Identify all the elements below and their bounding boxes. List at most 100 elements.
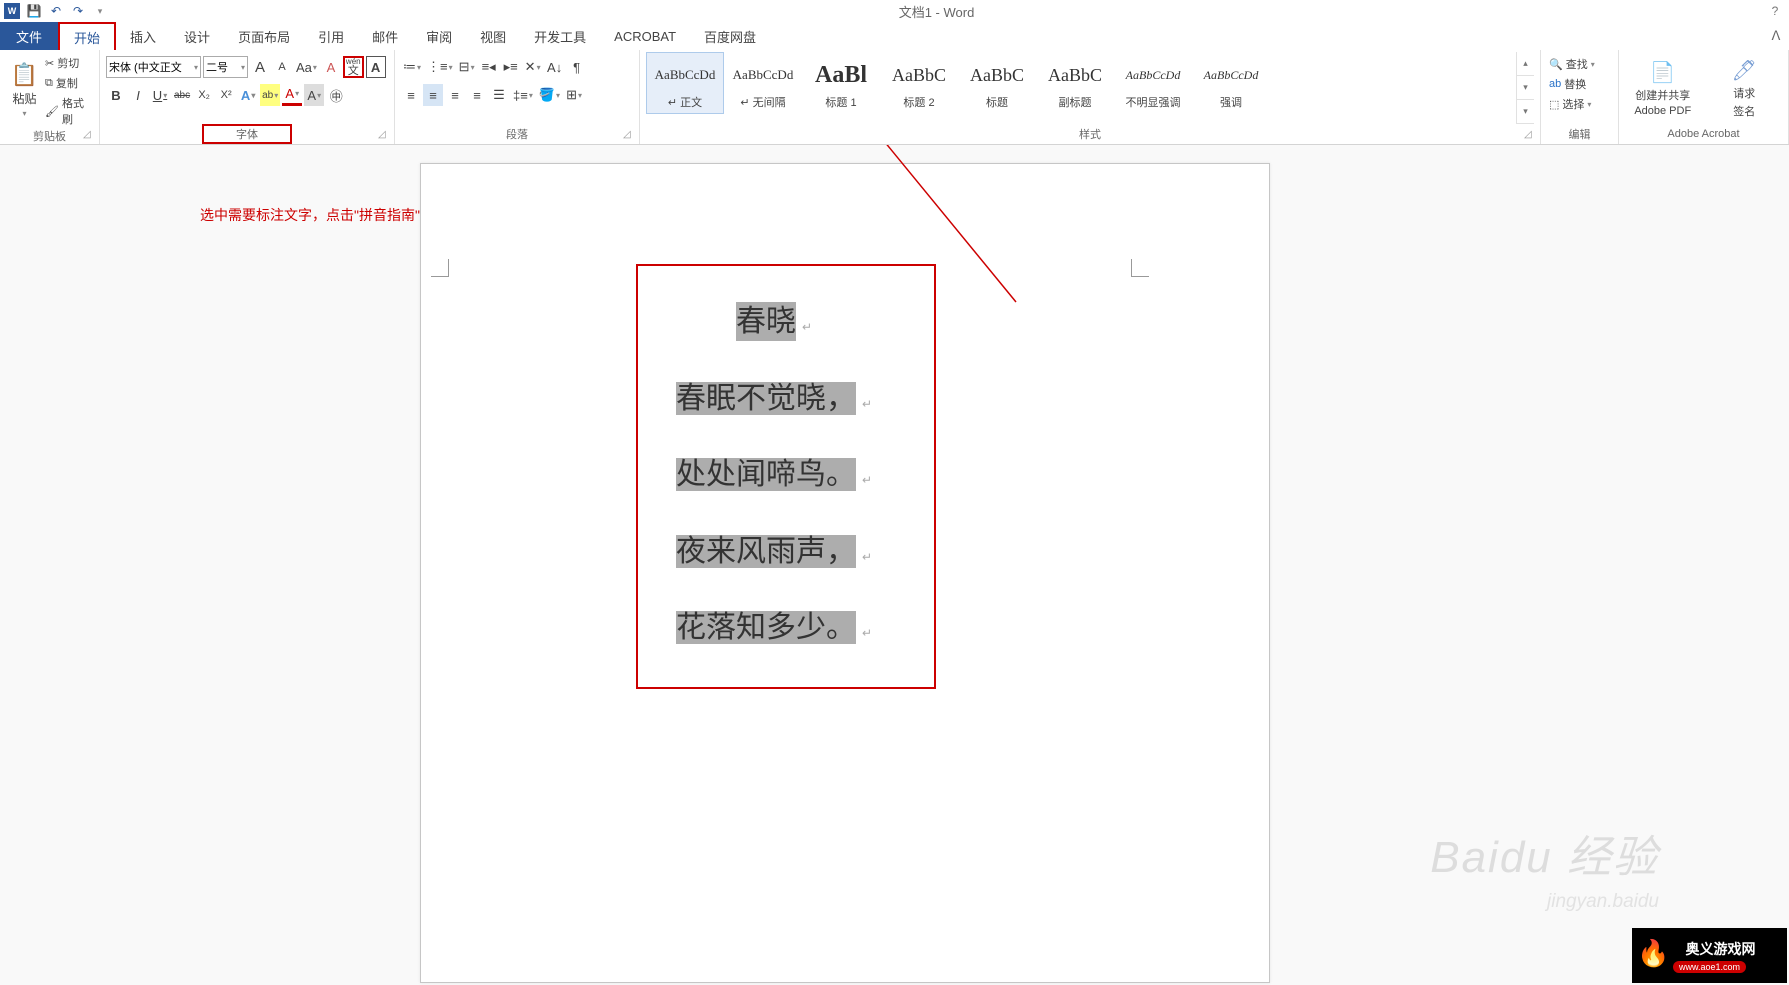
highlight-button[interactable]: ab	[260, 84, 280, 106]
collapse-ribbon-icon[interactable]: ᐱ	[1763, 22, 1789, 50]
tab-view[interactable]: 视图	[466, 22, 520, 50]
shading-button[interactable]: 🪣	[537, 84, 562, 106]
tab-insert[interactable]: 插入	[116, 22, 170, 50]
style-name: 强调	[1220, 94, 1242, 110]
clear-format-button[interactable]: A	[321, 56, 341, 78]
tab-acrobat[interactable]: ACROBAT	[600, 22, 690, 50]
tab-review[interactable]: 审阅	[412, 22, 466, 50]
shrink-font-button[interactable]: A	[272, 56, 292, 78]
distribute-button[interactable]: ☰	[489, 84, 509, 106]
undo-icon[interactable]: ↶	[48, 3, 64, 19]
tab-dev[interactable]: 开发工具	[520, 22, 600, 50]
tab-home[interactable]: 开始	[58, 22, 116, 50]
style-preview: AaBbCcDd	[1204, 56, 1259, 94]
change-case-button[interactable]: Aa	[294, 56, 319, 78]
quick-access-toolbar: W 💾 ↶ ↷ ▾	[4, 3, 108, 19]
save-icon[interactable]: 💾	[26, 3, 42, 19]
copy-button[interactable]: ⧉复制	[43, 74, 93, 92]
char-border-button[interactable]: A	[366, 56, 386, 78]
styles-expand-icon[interactable]: ▾	[1517, 100, 1534, 124]
style-item[interactable]: AaBl标题 1	[802, 52, 880, 114]
ribbon-body: 📋 粘贴 ▾ ✂剪切 ⧉复制 🖌格式刷 剪贴板 ◿ 宋体 (中文正文▾ 二号▾ …	[0, 50, 1789, 145]
paste-button[interactable]: 📋 粘贴 ▾	[6, 52, 43, 128]
scissors-icon: ✂	[45, 57, 54, 70]
redo-icon[interactable]: ↷	[70, 3, 86, 19]
style-item[interactable]: AaBbC标题	[958, 52, 1036, 114]
cut-button[interactable]: ✂剪切	[43, 54, 93, 72]
tab-baidu[interactable]: 百度网盘	[690, 22, 770, 50]
font-color-button[interactable]: A	[282, 84, 302, 106]
page[interactable]: 春晓↵ 春眠不觉晓，↵ 处处闻啼鸟。↵ 夜来风雨声，↵ 花落知多少。↵	[420, 163, 1270, 983]
word-app-icon[interactable]: W	[4, 3, 20, 19]
poem-line: 花落知多少。↵	[676, 590, 872, 667]
request-sign-button[interactable]: 🖊 请求 签名	[1707, 52, 1783, 124]
margin-corner-tl	[431, 259, 449, 277]
style-item[interactable]: AaBbCcDd↵ 无间隔	[724, 52, 802, 114]
strikethrough-button[interactable]: abc	[172, 84, 192, 106]
multilevel-button[interactable]: ⊟	[457, 56, 477, 78]
align-center-button[interactable]: ≡	[423, 84, 443, 106]
replace-button[interactable]: ab替换	[1547, 74, 1612, 94]
clipboard-launcher-icon[interactable]: ◿	[83, 129, 95, 141]
style-item[interactable]: AaBbCcDd↵ 正文	[646, 52, 724, 114]
paragraph-group-label: 段落	[401, 124, 633, 144]
format-painter-button[interactable]: 🖌格式刷	[43, 94, 93, 128]
borders-button[interactable]: ⊞	[564, 84, 584, 106]
qat-dropdown-icon[interactable]: ▾	[92, 3, 108, 19]
style-name: ↵ 正文	[668, 94, 702, 110]
pinyin-guide-button[interactable]: wén文	[343, 56, 364, 78]
tab-layout[interactable]: 页面布局	[224, 22, 304, 50]
subscript-button[interactable]: X₂	[194, 84, 214, 106]
styles-launcher-icon[interactable]: ◿	[1524, 129, 1536, 141]
styles-gallery: AaBbCcDd↵ 正文AaBbCcDd↵ 无间隔AaBl标题 1AaBbC标题…	[646, 52, 1516, 124]
document-area[interactable]: 选中需要标注文字，点击"拼音指南" 春晓↵ 春眠不觉晓，↵ 处处闻啼鸟。↵ 夜来…	[0, 145, 1789, 985]
style-item[interactable]: AaBbC标题 2	[880, 52, 958, 114]
numbering-button[interactable]: ⋮≡	[425, 56, 455, 78]
enclose-char-button[interactable]: ㊥	[326, 84, 346, 106]
font-size-combo[interactable]: 二号▾	[203, 56, 248, 78]
style-item[interactable]: AaBbCcDd不明显强调	[1114, 52, 1192, 114]
decrease-indent-button[interactable]: ≡◂	[479, 56, 499, 78]
poem-content[interactable]: 春晓↵ 春眠不觉晓，↵ 处处闻啼鸟。↵ 夜来风雨声，↵ 花落知多少。↵	[676, 284, 872, 667]
justify-button[interactable]: ≡	[467, 84, 487, 106]
superscript-button[interactable]: X²	[216, 84, 236, 106]
font-launcher-icon[interactable]: ◿	[378, 129, 390, 141]
align-left-button[interactable]: ≡	[401, 84, 421, 106]
copy-icon: ⧉	[45, 77, 53, 90]
tab-references[interactable]: 引用	[304, 22, 358, 50]
styles-down-icon[interactable]: ▾	[1517, 76, 1534, 100]
tab-design[interactable]: 设计	[170, 22, 224, 50]
style-item[interactable]: AaBbC副标题	[1036, 52, 1114, 114]
bold-button[interactable]: B	[106, 84, 126, 106]
show-marks-button[interactable]: ¶	[567, 56, 587, 78]
create-share-pdf-button[interactable]: 📄 创建并共享 Adobe PDF	[1625, 52, 1701, 124]
char-shading-button[interactable]: A	[304, 84, 324, 106]
bullets-button[interactable]: ≔	[401, 56, 423, 78]
margin-corner-tr	[1131, 259, 1149, 277]
clipboard-icon: 📋	[11, 62, 38, 88]
find-button[interactable]: 🔍查找▾	[1547, 54, 1612, 74]
styles-up-icon[interactable]: ▴	[1517, 52, 1534, 76]
paragraph-launcher-icon[interactable]: ◿	[623, 129, 635, 141]
cursor-icon: ⬚	[1549, 98, 1559, 111]
paste-dropdown-icon[interactable]: ▾	[23, 109, 27, 118]
grow-font-button[interactable]: A	[250, 56, 270, 78]
poem-line: 处处闻啼鸟。↵	[676, 437, 872, 514]
sort-button[interactable]: A↓	[545, 56, 565, 78]
text-effects-button[interactable]: A	[238, 84, 258, 106]
tab-file[interactable]: 文件	[0, 22, 58, 50]
flame-icon: 🔥	[1637, 938, 1669, 969]
corner-logo: 🔥 奥义游戏网 www.aoe1.com	[1632, 928, 1787, 983]
tab-mail[interactable]: 邮件	[358, 22, 412, 50]
acrobat-group-label: Adobe Acrobat	[1625, 124, 1782, 144]
align-right-button[interactable]: ≡	[445, 84, 465, 106]
underline-button[interactable]: U	[150, 84, 170, 106]
italic-button[interactable]: I	[128, 84, 148, 106]
select-button[interactable]: ⬚选择▾	[1547, 94, 1612, 114]
style-item[interactable]: AaBbCcDd强调	[1192, 52, 1270, 114]
increase-indent-button[interactable]: ▸≡	[501, 56, 521, 78]
font-name-combo[interactable]: 宋体 (中文正文▾	[106, 56, 201, 78]
help-icon[interactable]: ?	[1765, 4, 1785, 18]
asian-layout-button[interactable]: ✕	[523, 56, 543, 78]
line-spacing-button[interactable]: ‡≡	[511, 84, 535, 106]
